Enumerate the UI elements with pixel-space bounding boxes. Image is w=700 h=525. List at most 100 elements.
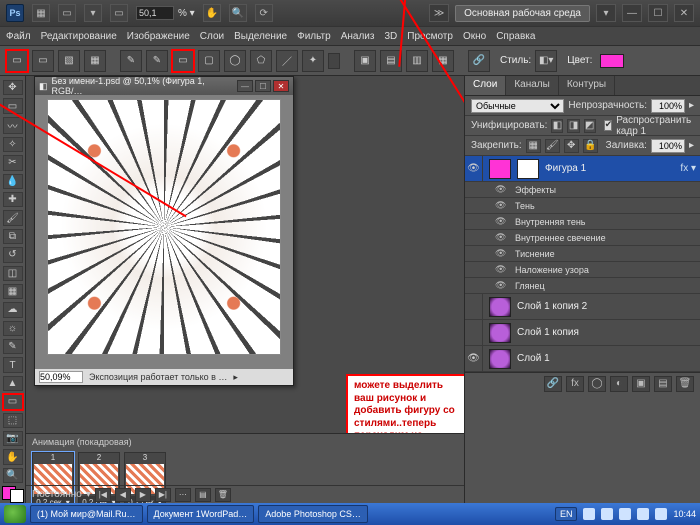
clock[interactable]: 10:44 <box>673 509 696 519</box>
fill-pixels-icon[interactable]: ▦ <box>84 50 106 72</box>
tab-channels[interactable]: Каналы <box>506 76 559 95</box>
taskbar-item[interactable]: Adobe Photoshop CS… <box>258 505 368 523</box>
paths-icon[interactable]: ▧ <box>58 50 80 72</box>
effects-label[interactable]: Эффекты <box>515 185 556 195</box>
new-frame-icon[interactable]: ▤ <box>195 488 211 502</box>
tab-layers[interactable]: Слои <box>465 76 506 95</box>
minimize-icon[interactable]: — <box>622 4 642 22</box>
layer-name[interactable]: Фигура 1 <box>545 163 586 174</box>
rectangle-shape-icon[interactable]: ▭ <box>172 50 194 72</box>
tray-icon[interactable] <box>601 508 613 520</box>
group-icon[interactable]: ▣ <box>632 376 650 392</box>
layer-name[interactable]: Слой 1 копия 2 <box>517 301 587 312</box>
delete-frame-icon[interactable]: 🗑 <box>215 488 231 502</box>
hand-tool-icon[interactable]: ✋ <box>3 449 23 464</box>
layer-row[interactable]: 👁 Слой 1 <box>465 346 700 372</box>
ellipse-icon[interactable]: ◯ <box>224 50 246 72</box>
layer-style-icon[interactable]: fx <box>566 376 584 392</box>
menu-help[interactable]: Справка <box>496 31 535 42</box>
close-app-icon[interactable]: ✕ <box>674 4 694 22</box>
doc-minimize-icon[interactable]: — <box>237 80 253 92</box>
propagate-checkbox[interactable] <box>604 120 613 131</box>
visibility-icon[interactable]: 👁 <box>495 216 509 227</box>
effect-item[interactable]: Глянец <box>515 281 545 291</box>
effect-item[interactable]: Тиснение <box>515 249 555 259</box>
effect-item[interactable]: Внутренняя тень <box>515 217 585 227</box>
visibility-icon[interactable]: 👁 <box>495 232 509 243</box>
layer-thumb[interactable] <box>489 323 511 343</box>
visibility-icon[interactable]: 👁 <box>495 280 509 291</box>
menu-window[interactable]: Окно <box>463 31 486 42</box>
menu-layer[interactable]: Слои <box>200 31 224 42</box>
doc-status-arrow-icon[interactable]: ▸ <box>233 372 238 383</box>
crop-tool-icon[interactable]: ✂ <box>3 155 23 170</box>
start-button[interactable] <box>4 505 26 523</box>
eyedropper-tool-icon[interactable]: 💧 <box>3 174 23 189</box>
tray-icon[interactable] <box>583 508 595 520</box>
zoom-field[interactable]: % ▾ <box>136 6 195 20</box>
menu-edit[interactable]: Редактирование <box>41 31 117 42</box>
next-frame-icon[interactable]: ▶| <box>155 488 171 502</box>
brush-tool-icon[interactable]: 🖌 <box>3 210 23 225</box>
loop-mode[interactable]: Постоянно <box>32 489 82 500</box>
menu-analysis[interactable]: Анализ <box>341 31 375 42</box>
layer-name[interactable]: Слой 1 копия <box>517 327 579 338</box>
visibility-icon[interactable]: 👁 <box>465 156 483 181</box>
pen-tool-icon[interactable]: ✎ <box>3 339 23 354</box>
prev-frame-icon[interactable]: ◀ <box>115 488 131 502</box>
taskbar-item[interactable]: Документ 1WordPad… <box>147 505 255 523</box>
unify-style-icon[interactable]: ◩ <box>584 119 596 133</box>
stamp-tool-icon[interactable]: ⧉ <box>3 229 23 244</box>
pen-icon[interactable]: ✎ <box>120 50 142 72</box>
blend-mode-select[interactable]: Обычные <box>471 99 564 113</box>
document-window[interactable]: ◧ Без имени-1.psd @ 50,1% (Фигура 1, RGB… <box>34 76 294 386</box>
bridge-icon[interactable]: ▦ <box>32 4 50 22</box>
3d-tool-icon[interactable]: ⬚ <box>3 413 23 428</box>
hand-icon[interactable]: ✋ <box>203 4 221 22</box>
style-picker[interactable]: ◧▾ <box>535 50 557 72</box>
workspace-switcher[interactable]: Основная рабочая среда <box>455 5 590 22</box>
adjustment-layer-icon[interactable]: ◐ <box>610 376 628 392</box>
language-indicator[interactable]: EN <box>555 507 578 521</box>
lock-position-icon[interactable]: ✥ <box>564 139 579 153</box>
effect-item[interactable]: Наложение узора <box>515 265 589 275</box>
unify-position-icon[interactable]: ◧ <box>551 119 563 133</box>
play-icon[interactable]: ▶ <box>135 488 151 502</box>
workspace-prev-icon[interactable]: ≫ <box>429 4 449 22</box>
arrange-icon[interactable]: ▾ <box>84 4 102 22</box>
visibility-icon[interactable]: 👁 <box>495 248 509 259</box>
layer-thumb[interactable] <box>489 159 511 179</box>
new-layer-icon[interactable]: ▤ <box>654 376 672 392</box>
menu-filter[interactable]: Фильтр <box>297 31 331 42</box>
zoom-input[interactable] <box>136 6 174 20</box>
workspace-menu-icon[interactable]: ▾ <box>596 4 616 22</box>
fill-arrow-icon[interactable]: ▸ <box>689 140 694 151</box>
line-icon[interactable]: ／ <box>276 50 298 72</box>
link-layers-icon[interactable]: 🔗 <box>544 376 562 392</box>
screen-mode-icon[interactable]: ▭ <box>110 4 128 22</box>
effect-item[interactable]: Внутреннее свечение <box>515 233 606 243</box>
rounded-rect-icon[interactable]: ▢ <box>198 50 220 72</box>
layer-row[interactable]: Слой 1 копия <box>465 320 700 346</box>
doc-close-icon[interactable]: ✕ <box>273 80 289 92</box>
shape-tool-preset[interactable]: ▭ <box>6 50 28 72</box>
visibility-icon[interactable]: 👁 <box>495 264 509 275</box>
tray-icon[interactable] <box>655 508 667 520</box>
effect-item[interactable]: Тень <box>515 201 535 211</box>
menu-select[interactable]: Выделение <box>234 31 287 42</box>
visibility-icon[interactable] <box>465 294 483 319</box>
blur-tool-icon[interactable]: ☁ <box>3 302 23 317</box>
tab-paths[interactable]: Контуры <box>559 76 615 95</box>
delete-layer-icon[interactable]: 🗑 <box>676 376 694 392</box>
fx-badge[interactable]: fx ▾ <box>680 163 696 174</box>
shape-options-dropdown[interactable] <box>328 53 340 69</box>
layer-mask-thumb[interactable] <box>517 159 539 179</box>
lock-transparent-icon[interactable]: ▦ <box>526 139 541 153</box>
combine-add-icon[interactable]: ▣ <box>354 50 376 72</box>
fg-bg-colors[interactable] <box>2 486 24 503</box>
zoom-icon[interactable]: 🔍 <box>229 4 247 22</box>
document-titlebar[interactable]: ◧ Без имени-1.psd @ 50,1% (Фигура 1, RGB… <box>35 77 293 95</box>
history-brush-icon[interactable]: ↺ <box>3 247 23 262</box>
layer-row[interactable]: 👁 Фигура 1 fx ▾ <box>465 156 700 182</box>
rotate-view-icon[interactable]: ⟳ <box>255 4 273 22</box>
